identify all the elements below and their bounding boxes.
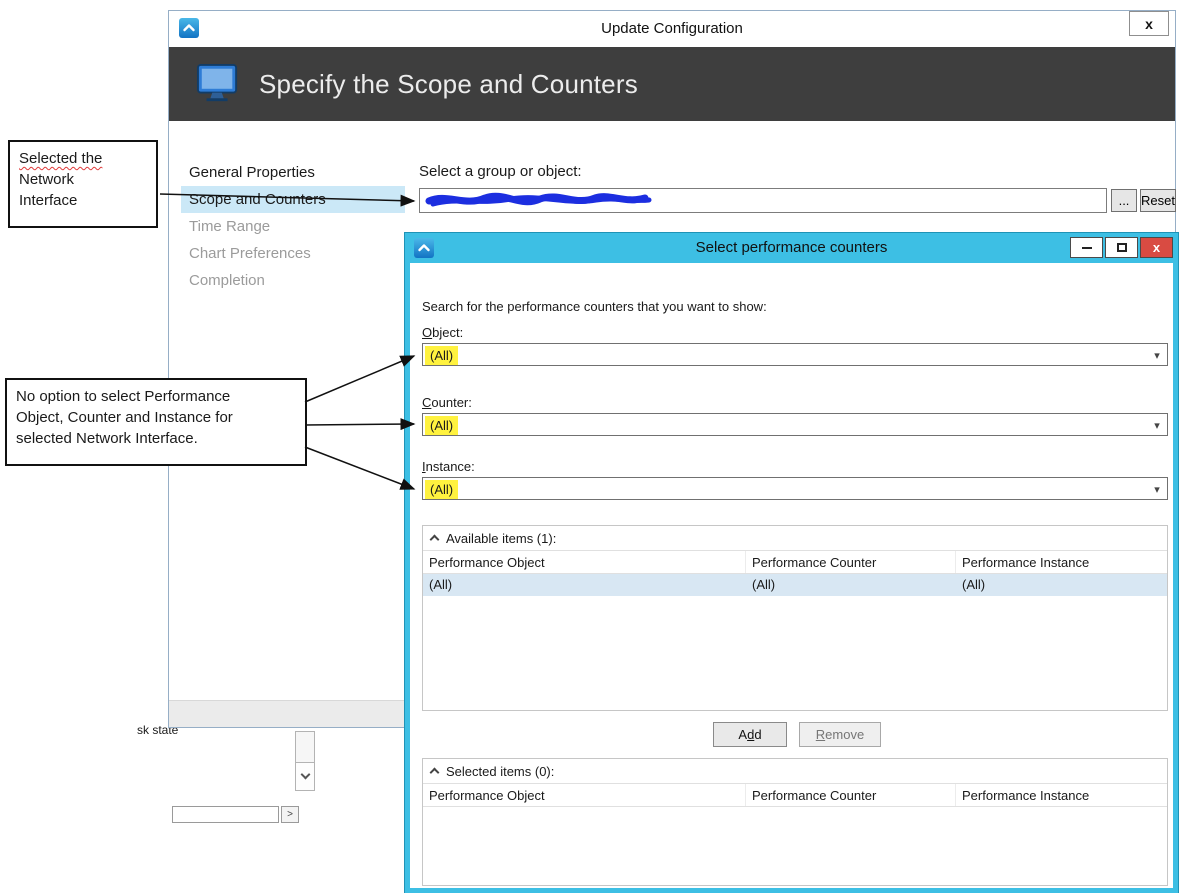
- selected-items-header[interactable]: Selected items (0):: [423, 759, 1167, 783]
- remove-button[interactable]: Remove: [799, 722, 881, 747]
- table-header-row: Performance Object Performance Counter P…: [423, 783, 1167, 807]
- annotation-callout-network-interface: Selected the Network Interface: [8, 140, 158, 228]
- chevron-down-icon[interactable]: ▾: [1148, 479, 1166, 500]
- reset-button[interactable]: Reset: [1140, 189, 1176, 212]
- browse-button[interactable]: ...: [1111, 189, 1137, 212]
- access-key: C: [422, 395, 432, 410]
- nav-item-scope-and-counters[interactable]: Scope and Counters: [181, 186, 405, 213]
- counter-value: (All): [425, 416, 459, 435]
- dialog-title: Update Configuration: [601, 20, 743, 37]
- object-label: Object:: [422, 325, 463, 340]
- group-object-input[interactable]: [419, 188, 1107, 213]
- title-bar[interactable]: Update Configuration x: [169, 11, 1175, 47]
- chevron-down-icon[interactable]: ▾: [1148, 345, 1166, 366]
- nav-item-completion[interactable]: Completion: [181, 267, 405, 294]
- selected-items-label: Selected items (0):: [446, 763, 555, 779]
- cell-performance-instance: (All): [962, 577, 986, 592]
- table-header-row: Performance Object Performance Counter P…: [423, 550, 1167, 574]
- annotation-text: Selected the: [19, 150, 103, 167]
- group-object-label: Select a group or object:: [419, 163, 582, 180]
- instance-dropdown[interactable]: (All) ▾: [422, 477, 1168, 500]
- annotation-text: Network: [19, 171, 75, 188]
- maximize-icon: [1116, 243, 1127, 252]
- access-key: R: [815, 727, 826, 742]
- instance-value: (All): [425, 480, 459, 499]
- background-vertical-scrollbar[interactable]: [295, 731, 315, 791]
- minimize-button[interactable]: [1070, 237, 1103, 258]
- page-title: Specify the Scope and Counters: [259, 68, 638, 99]
- select-performance-counters-dialog: Select performance counters x Search for…: [405, 233, 1178, 893]
- column-header-performance-object[interactable]: Performance Object: [423, 551, 746, 573]
- available-items-header[interactable]: Available items (1):: [423, 526, 1167, 550]
- column-header-performance-counter[interactable]: Performance Counter: [746, 784, 956, 806]
- chevron-down-icon[interactable]: ▾: [1148, 415, 1166, 436]
- dialog-title: Select performance counters: [695, 239, 888, 256]
- close-button[interactable]: x: [1129, 11, 1169, 36]
- column-header-performance-instance[interactable]: Performance Instance: [956, 784, 1167, 806]
- close-button[interactable]: x: [1140, 237, 1173, 258]
- nav-item-time-range[interactable]: Time Range: [181, 213, 405, 240]
- column-header-performance-instance[interactable]: Performance Instance: [956, 551, 1167, 573]
- label-part: nstance:: [425, 459, 475, 474]
- background-horizontal-scrollbar[interactable]: [172, 806, 279, 823]
- selected-items-panel: Selected items (0): Performance Object P…: [422, 758, 1168, 886]
- label-part: emove: [825, 727, 865, 742]
- close-icon: x: [1152, 240, 1161, 255]
- available-items-panel: Available items (1): Performance Object …: [422, 525, 1168, 711]
- object-value: (All): [425, 346, 459, 365]
- scroll-down-button[interactable]: [296, 762, 314, 790]
- wizard-nav: General Properties Scope and Counters Ti…: [181, 159, 405, 294]
- label-part: bject:: [432, 325, 464, 340]
- column-header-performance-object[interactable]: Performance Object: [423, 784, 746, 806]
- title-bar[interactable]: Select performance counters x: [410, 233, 1173, 263]
- nav-item-general-properties[interactable]: General Properties: [181, 159, 405, 186]
- scroll-right-button[interactable]: >: [281, 806, 299, 823]
- available-items-label: Available items (1):: [446, 530, 557, 546]
- close-icon: x: [1145, 15, 1153, 32]
- monitor-icon: [197, 63, 238, 102]
- counter-label: Counter:: [422, 395, 472, 410]
- table-row[interactable]: (All) (All) (All): [423, 574, 1167, 596]
- nav-item-chart-preferences[interactable]: Chart Preferences: [181, 240, 405, 267]
- column-header-performance-counter[interactable]: Performance Counter: [746, 551, 956, 573]
- chevron-right-icon: >: [287, 809, 293, 820]
- window-controls: x: [1070, 237, 1173, 258]
- dialog-content: Search for the performance counters that…: [410, 263, 1173, 888]
- redaction-scribble: [425, 192, 652, 207]
- chevron-down-icon: [300, 769, 310, 780]
- collapse-icon: [429, 767, 440, 778]
- cell-performance-object: (All): [429, 577, 453, 592]
- object-dropdown[interactable]: (All) ▾: [422, 343, 1168, 366]
- collapse-icon: [429, 534, 440, 545]
- access-key: O: [422, 325, 433, 340]
- add-button[interactable]: Add: [713, 722, 787, 747]
- annotation-text: selected Network Interface.: [16, 430, 198, 447]
- annotation-text: No option to select Performance: [16, 388, 231, 405]
- instance-label: Instance:: [422, 459, 475, 474]
- dialog-header: Specify the Scope and Counters: [169, 47, 1175, 121]
- cell-performance-counter: (All): [752, 577, 776, 592]
- label-part: ounter:: [431, 395, 472, 410]
- label-part: d: [754, 727, 762, 742]
- label-part: A: [738, 727, 748, 742]
- maximize-button[interactable]: [1105, 237, 1138, 258]
- annotation-text: Object, Counter and Instance for: [16, 409, 233, 426]
- annotation-callout-no-option: No option to select Performance Object, …: [5, 378, 307, 466]
- annotation-text: Interface: [19, 192, 78, 209]
- counter-dropdown[interactable]: (All) ▾: [422, 413, 1168, 436]
- minimize-icon: [1081, 246, 1092, 249]
- search-instructions: Search for the performance counters that…: [422, 299, 767, 314]
